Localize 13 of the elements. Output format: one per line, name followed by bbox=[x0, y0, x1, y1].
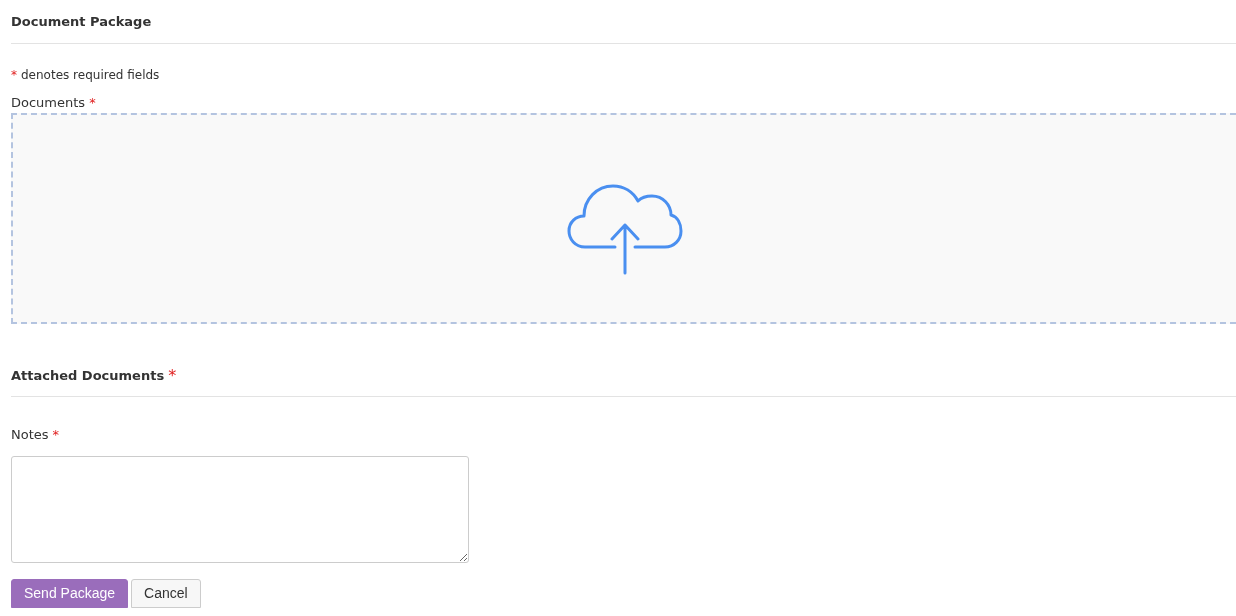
required-marker: * bbox=[168, 365, 177, 387]
required-marker: * bbox=[89, 94, 96, 113]
required-note: denotes required fields bbox=[21, 67, 160, 84]
notes-field[interactable] bbox=[11, 456, 469, 563]
send-button[interactable]: Send Package bbox=[11, 579, 129, 608]
section-title: Document Package bbox=[11, 14, 152, 29]
file-drop-zone[interactable] bbox=[11, 113, 1236, 324]
field-label: Documents bbox=[11, 94, 86, 113]
required-marker: * bbox=[11, 67, 17, 84]
section-title: Attached Documents bbox=[11, 367, 165, 386]
cancel-button[interactable]: Cancel bbox=[131, 579, 201, 608]
required-marker: * bbox=[52, 426, 60, 445]
field-label: Notes bbox=[11, 426, 49, 445]
